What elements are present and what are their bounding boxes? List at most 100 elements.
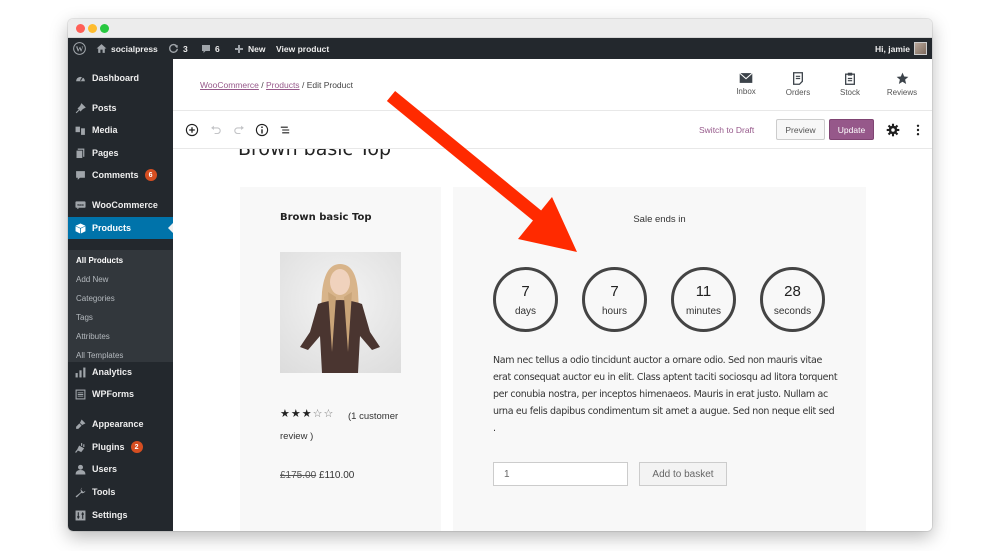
list-view-icon[interactable]: [278, 123, 292, 137]
breadcrumb: WooCommerce / Products / Edit Product: [200, 80, 353, 90]
sidebar-item-label: Settings: [92, 510, 128, 520]
add-to-basket-button[interactable]: Add to basket: [639, 462, 727, 486]
my-account-menu[interactable]: Hi, jamie: [875, 38, 927, 59]
orders-icon: [793, 72, 803, 85]
admin-sidebar: Dashboard Posts Media Pages Comments 6 w…: [68, 59, 173, 531]
plugins-badge: 2: [130, 441, 143, 453]
reviews-button[interactable]: Reviews: [880, 72, 924, 97]
maximize-window-button[interactable]: [100, 24, 109, 33]
close-window-button[interactable]: [76, 24, 85, 33]
comments-link[interactable]: 6: [201, 38, 220, 59]
product-summary-card: Brown basic Top ★★★☆☆ (1 customer review…: [240, 187, 441, 531]
sidebar-item-settings[interactable]: Settings: [68, 504, 173, 526]
new-content-link[interactable]: New: [234, 38, 265, 59]
breadcrumb-woocommerce-link[interactable]: WooCommerce: [200, 80, 259, 90]
undo-icon[interactable]: [209, 123, 223, 137]
sidebar-item-media[interactable]: Media: [68, 119, 173, 141]
submenu-all-templates[interactable]: All Templates: [76, 351, 123, 360]
product-image: [280, 252, 401, 373]
info-icon[interactable]: [255, 123, 269, 137]
minimize-window-button[interactable]: [88, 24, 97, 33]
submenu-categories[interactable]: Categories: [76, 294, 115, 303]
sidebar-item-comments[interactable]: Comments 6: [68, 164, 173, 186]
sale-ends-label: Sale ends in: [633, 214, 686, 225]
sidebar-item-products[interactable]: Products: [68, 217, 173, 239]
sale-countdown-card: Sale ends in 7 days 7 hours 11 minutes 2…: [453, 187, 866, 531]
new-label: New: [248, 43, 266, 54]
breadcrumb-products-link[interactable]: Products: [266, 80, 300, 90]
quantity-input[interactable]: [493, 462, 628, 486]
product-photo: [300, 264, 380, 373]
sidebar-item-pages[interactable]: Pages: [68, 142, 173, 164]
update-button[interactable]: Update: [829, 119, 874, 140]
site-name-link[interactable]: socialpress: [96, 38, 158, 59]
sidebar-item-label: Plugins: [92, 442, 125, 452]
wrench-icon: [75, 487, 86, 498]
inbox-label: Inbox: [736, 87, 756, 96]
browser-window: W socialpress 3 6 New View product Hi, j…: [68, 19, 932, 531]
view-product-link[interactable]: View product: [276, 38, 329, 59]
sidebar-item-posts[interactable]: Posts: [68, 97, 173, 119]
user-greeting: Hi, jamie: [875, 43, 910, 54]
svg-text:W: W: [76, 44, 84, 53]
review-count-link[interactable]: (1 customer review ): [280, 407, 420, 447]
svg-text:woo: woo: [76, 203, 83, 207]
post-title-text: Brown basic Top: [238, 149, 392, 160]
box-icon: [75, 223, 86, 234]
sidebar-item-users[interactable]: Users: [68, 458, 173, 480]
sidebar-item-plugins[interactable]: Plugins 2: [68, 436, 173, 458]
sidebar-item-label: Appearance: [92, 419, 144, 429]
sidebar-item-woocommerce[interactable]: woo WooCommerce: [68, 194, 173, 216]
wordpress-logo-button[interactable]: W: [73, 38, 86, 59]
breadcrumb-current: Edit Product: [306, 80, 353, 90]
avatar: [914, 42, 927, 55]
add-block-icon[interactable]: [185, 123, 199, 137]
redo-icon[interactable]: [232, 123, 246, 137]
plug-icon: [75, 442, 86, 453]
submenu-attributes[interactable]: Attributes: [76, 332, 110, 341]
sidebar-item-dashboard[interactable]: Dashboard: [68, 67, 173, 89]
sidebar-item-appearance[interactable]: Appearance: [68, 413, 173, 435]
countdown-days: 7 days: [493, 267, 558, 332]
inbox-button[interactable]: Inbox: [724, 72, 768, 96]
editor-toolbar: Switch to Draft Preview Update: [173, 111, 932, 149]
stock-icon: [845, 72, 855, 85]
gear-icon[interactable]: [886, 123, 900, 137]
sidebar-item-analytics[interactable]: Analytics: [68, 361, 173, 383]
dashboard-icon: [75, 73, 86, 84]
forms-icon: [75, 389, 86, 400]
sidebar-item-tools[interactable]: Tools: [68, 481, 173, 503]
updates-count: 3: [183, 43, 188, 54]
woo-icon: woo: [75, 200, 86, 211]
countdown-unit: hours: [601, 306, 627, 317]
regular-price: £175.00: [280, 470, 317, 481]
switch-to-draft-button[interactable]: Switch to Draft: [699, 125, 754, 135]
comment-icon: [75, 170, 86, 181]
countdown-value: 11: [695, 283, 712, 300]
sidebar-item-label: Pages: [92, 148, 119, 158]
countdown-unit: seconds: [773, 306, 812, 317]
countdown-minutes: 11 minutes: [671, 267, 736, 332]
more-options-icon[interactable]: [911, 123, 925, 137]
sidebar-item-label: Products: [92, 223, 132, 233]
submenu-tags[interactable]: Tags: [76, 313, 93, 322]
comments-count: 6: [215, 43, 220, 54]
countdown-value: 7: [521, 283, 530, 300]
orders-label: Orders: [785, 88, 811, 97]
preview-button[interactable]: Preview: [776, 119, 825, 140]
countdown-unit: days: [514, 306, 537, 317]
updates-link[interactable]: 3: [168, 38, 188, 59]
countdown-value: 7: [610, 283, 619, 300]
sidebar-item-label: Media: [92, 125, 118, 135]
countdown-unit: minutes: [685, 306, 721, 317]
site-name: socialpress: [111, 43, 158, 54]
inbox-icon: [739, 72, 753, 83]
submenu-add-new[interactable]: Add New: [76, 275, 108, 284]
submenu-all-products[interactable]: All Products: [76, 256, 123, 265]
bar-chart-icon: [75, 367, 86, 378]
orders-button[interactable]: Orders: [776, 72, 820, 97]
sidebar-item-wpforms[interactable]: WPForms: [68, 383, 173, 405]
stock-button[interactable]: Stock: [828, 72, 872, 97]
user-icon: [75, 464, 86, 475]
post-title[interactable]: Brown basic Top: [238, 149, 538, 163]
